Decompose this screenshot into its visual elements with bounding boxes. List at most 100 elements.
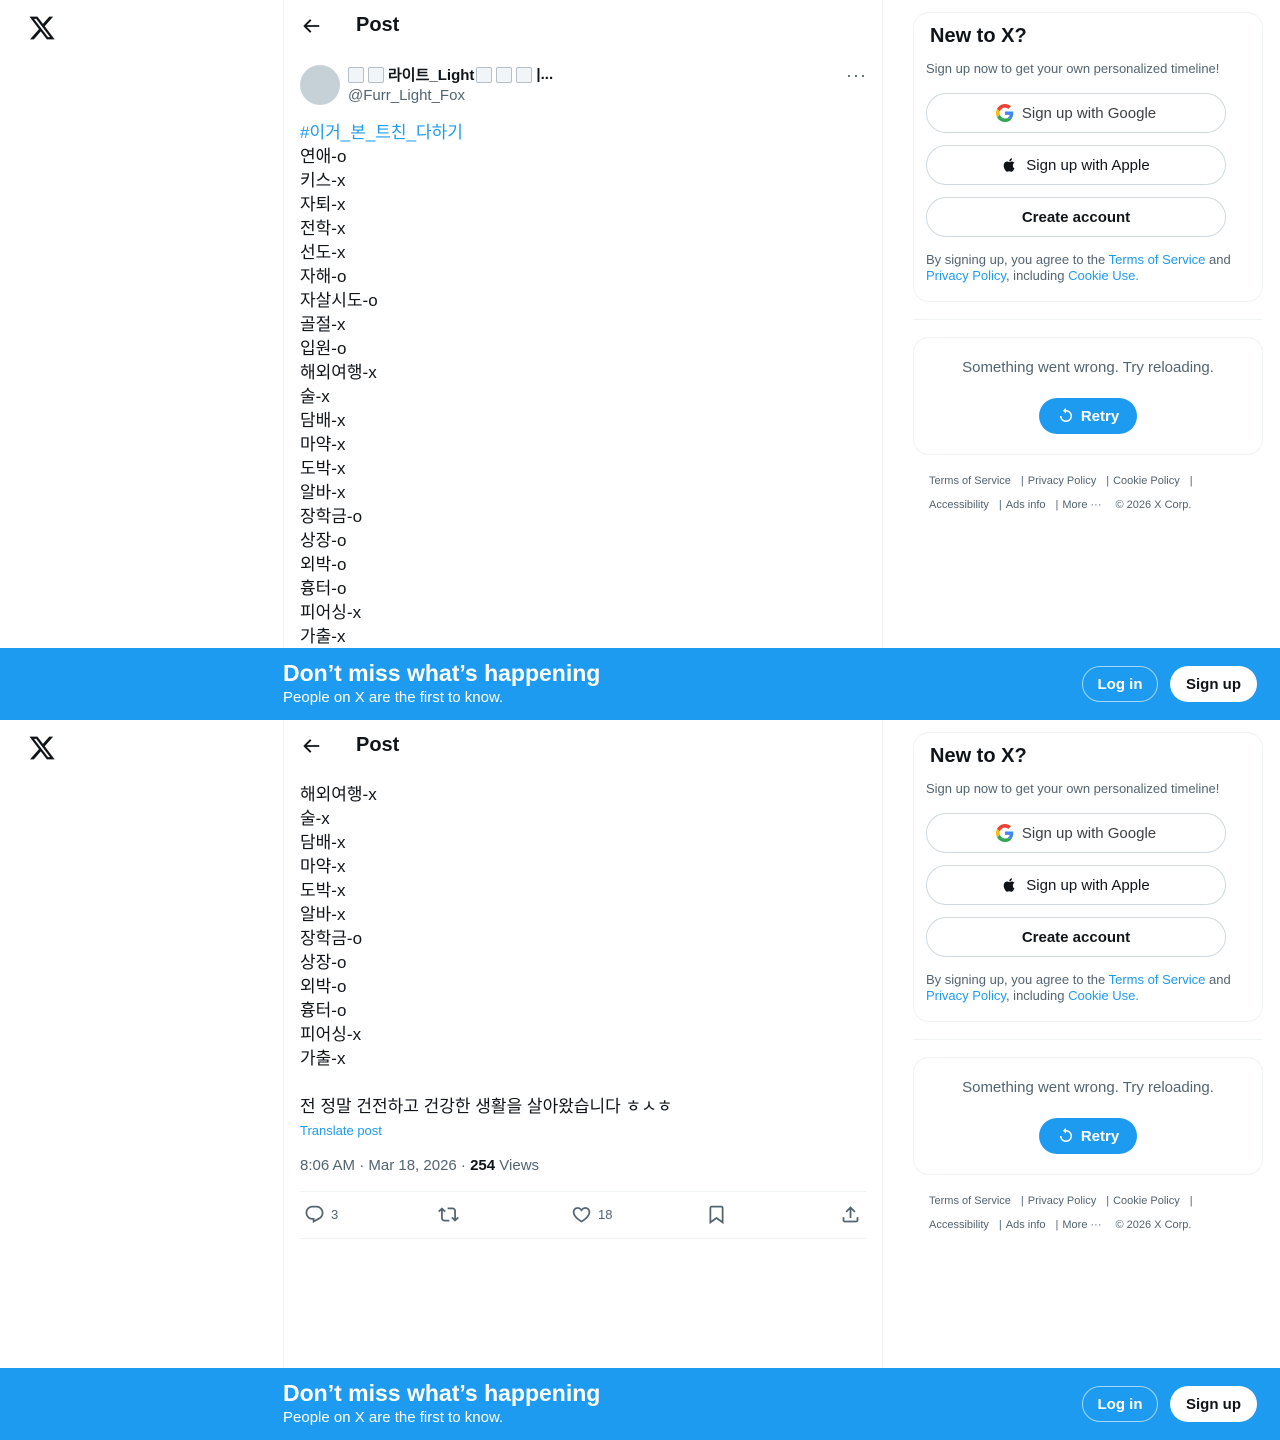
error-card: Something went wrong. Try reloading. Ret… <box>913 1057 1263 1175</box>
bookmark-icon <box>709 1205 724 1225</box>
emoji-image-icon <box>476 66 493 83</box>
post-line: 입원-o <box>300 339 347 358</box>
primary-column: Post 해외여행-x 술-x 담배-x 마약-x 도박-x 알바-x 장학금-o 상장-o 외… <box>283 720 883 1440</box>
post-line: 키스-x <box>300 171 346 190</box>
create-account-button[interactable]: Create account <box>926 917 1226 957</box>
footer-ads-link[interactable]: Ads info <box>1006 1219 1046 1231</box>
screen-top: Post 라이트_Light |... @Furr_Light_Fox ··· … <box>0 0 1280 720</box>
post-lines: 해외여행-x 술-x 담배-x 마약-x 도박-x 알바-x 장학금-o 상장-o 외박-o 흉터… <box>300 783 866 1071</box>
signup-button[interactable]: Sign up <box>1170 666 1257 702</box>
back-arrow-icon[interactable] <box>300 735 322 757</box>
signup-button[interactable]: Sign up <box>1170 1386 1257 1422</box>
bookmark-button[interactable] <box>706 1204 727 1225</box>
post-line: 장학금-o <box>300 929 363 948</box>
post-line: 상장-o <box>300 531 347 550</box>
footer-terms-link[interactable]: Terms of Service <box>929 475 1011 487</box>
share-button[interactable] <box>840 1204 861 1225</box>
footer-privacy-link[interactable]: Privacy Policy <box>1028 1195 1096 1207</box>
post-line: 도박-x <box>300 459 346 478</box>
repost-icon <box>438 1207 459 1222</box>
post-line: 피어싱-x <box>300 603 362 622</box>
views-count: 254 <box>470 1157 496 1174</box>
apple-signup-button[interactable]: Sign up with Apple <box>926 145 1226 185</box>
apple-icon <box>1003 878 1015 892</box>
post-line: 담배-x <box>300 833 346 852</box>
footer-ads-link[interactable]: Ads info <box>1006 499 1046 511</box>
avatar[interactable] <box>300 65 340 105</box>
display-name-trail: |... <box>536 66 554 83</box>
reply-button[interactable]: 3 <box>304 1204 338 1225</box>
footer-terms-link[interactable]: Terms of Service <box>929 1195 1011 1207</box>
post-line: 술-x <box>300 809 330 828</box>
post-line: 외박-o <box>300 977 347 996</box>
cookie-link[interactable]: Cookie Use. <box>1068 988 1139 1003</box>
post-spacer <box>300 1071 866 1095</box>
footer-cookie-link[interactable]: Cookie Policy <box>1113 475 1180 487</box>
post-line: 술-x <box>300 387 330 406</box>
post-line: 도박-x <box>300 881 346 900</box>
privacy-link[interactable]: Privacy Policy <box>926 268 1006 283</box>
google-signup-button[interactable]: Sign up with Google <box>926 93 1226 133</box>
display-name[interactable]: 라이트_Light |... <box>348 64 553 85</box>
user-handle[interactable]: @Furr_Light_Fox <box>348 87 465 104</box>
timestamp[interactable]: 8:06 AM · Mar 18, 2026 · <box>300 1157 470 1174</box>
page-title: Post <box>356 734 400 756</box>
login-button[interactable]: Log in <box>1082 1386 1158 1422</box>
footer-cookie-link[interactable]: Cookie Policy <box>1113 1195 1180 1207</box>
post-actions: 3 18 <box>300 1191 866 1239</box>
footer-links: Terms of Service | Privacy Policy | Cookie P… <box>929 1195 1193 1231</box>
retry-button[interactable]: Retry <box>1039 1118 1137 1154</box>
reply-count: 3 <box>331 1207 339 1222</box>
footer-accessibility-link[interactable]: Accessibility <box>929 499 989 511</box>
post-line: 피어싱-x <box>300 1025 362 1044</box>
x-logo-icon[interactable] <box>28 14 56 42</box>
footer-more-link[interactable]: More ··· <box>1062 499 1101 511</box>
terms-link[interactable]: Terms of Service <box>1109 252 1206 267</box>
post-author[interactable]: 라이트_Light |... @Furr_Light_Fox ··· <box>300 64 866 108</box>
post-text: 해외여행-x 술-x 담배-x 마약-x 도박-x 알바-x 장학금-o 상장-o 외박-o 흉터… <box>300 783 866 1143</box>
terms-text: By signing up, you agree to the <box>926 252 1109 267</box>
post-line: 외박-o <box>300 555 347 574</box>
post-closing: 전 정말 건전하고 건강한 생활을 살아왔습니다 ㅎㅅㅎ <box>300 1097 673 1116</box>
post-header: Post <box>284 0 882 53</box>
signup-subtitle: Sign up now to get your own personalized… <box>926 781 1220 796</box>
cookie-link[interactable]: Cookie Use. <box>1068 268 1139 283</box>
back-arrow-icon[interactable] <box>300 15 322 37</box>
create-account-button[interactable]: Create account <box>926 197 1226 237</box>
page-title: Post <box>356 14 400 36</box>
x-logo-icon[interactable] <box>28 734 56 762</box>
post-line: 장학금-o <box>300 507 363 526</box>
signup-subtitle: Sign up now to get your own personalized… <box>926 61 1220 76</box>
terms-link[interactable]: Terms of Service <box>1109 972 1206 987</box>
like-button[interactable]: 18 <box>571 1204 612 1225</box>
terms-text: , including <box>1005 988 1069 1003</box>
post-line: 가출-x <box>300 1049 346 1068</box>
copyright: © 2026 X Corp. <box>1115 1219 1192 1231</box>
signup-title: New to X? <box>930 25 1027 47</box>
footer-privacy-link[interactable]: Privacy Policy <box>1028 475 1096 487</box>
apple-signup-button[interactable]: Sign up with Apple <box>926 865 1226 905</box>
signup-banner: Don’t miss what’s happening People on X … <box>0 648 1280 720</box>
signup-card: New to X? Sign up now to get your own pe… <box>913 732 1263 1022</box>
hashtag-link[interactable]: #이거_본_트친_다하기 <box>300 121 866 145</box>
banner-title: Don’t miss what’s happening <box>283 1380 601 1406</box>
error-card: Something went wrong. Try reloading. Ret… <box>913 337 1263 455</box>
post-line: 연애-o <box>300 147 347 166</box>
login-button[interactable]: Log in <box>1082 666 1158 702</box>
like-count: 18 <box>598 1207 613 1222</box>
google-signup-button[interactable]: Sign up with Google <box>926 813 1226 853</box>
retry-button[interactable]: Retry <box>1039 398 1137 434</box>
post-line: 알바-x <box>300 905 346 924</box>
google-icon <box>995 104 1014 122</box>
apple-signup-label: Sign up with Apple <box>1026 876 1150 894</box>
sidebar: New to X? Sign up now to get your own pe… <box>913 732 1263 1231</box>
signup-title: New to X? <box>930 745 1027 767</box>
privacy-link[interactable]: Privacy Policy <box>926 988 1006 1003</box>
signup-banner: Don’t miss what’s happening People on X … <box>0 1368 1280 1440</box>
translate-link[interactable]: Translate post <box>300 1119 866 1143</box>
footer-accessibility-link[interactable]: Accessibility <box>929 1219 989 1231</box>
repost-button[interactable] <box>438 1204 459 1225</box>
more-options-icon[interactable]: ··· <box>846 66 866 88</box>
footer-more-link[interactable]: More ··· <box>1062 1219 1101 1231</box>
divider <box>913 319 1263 320</box>
